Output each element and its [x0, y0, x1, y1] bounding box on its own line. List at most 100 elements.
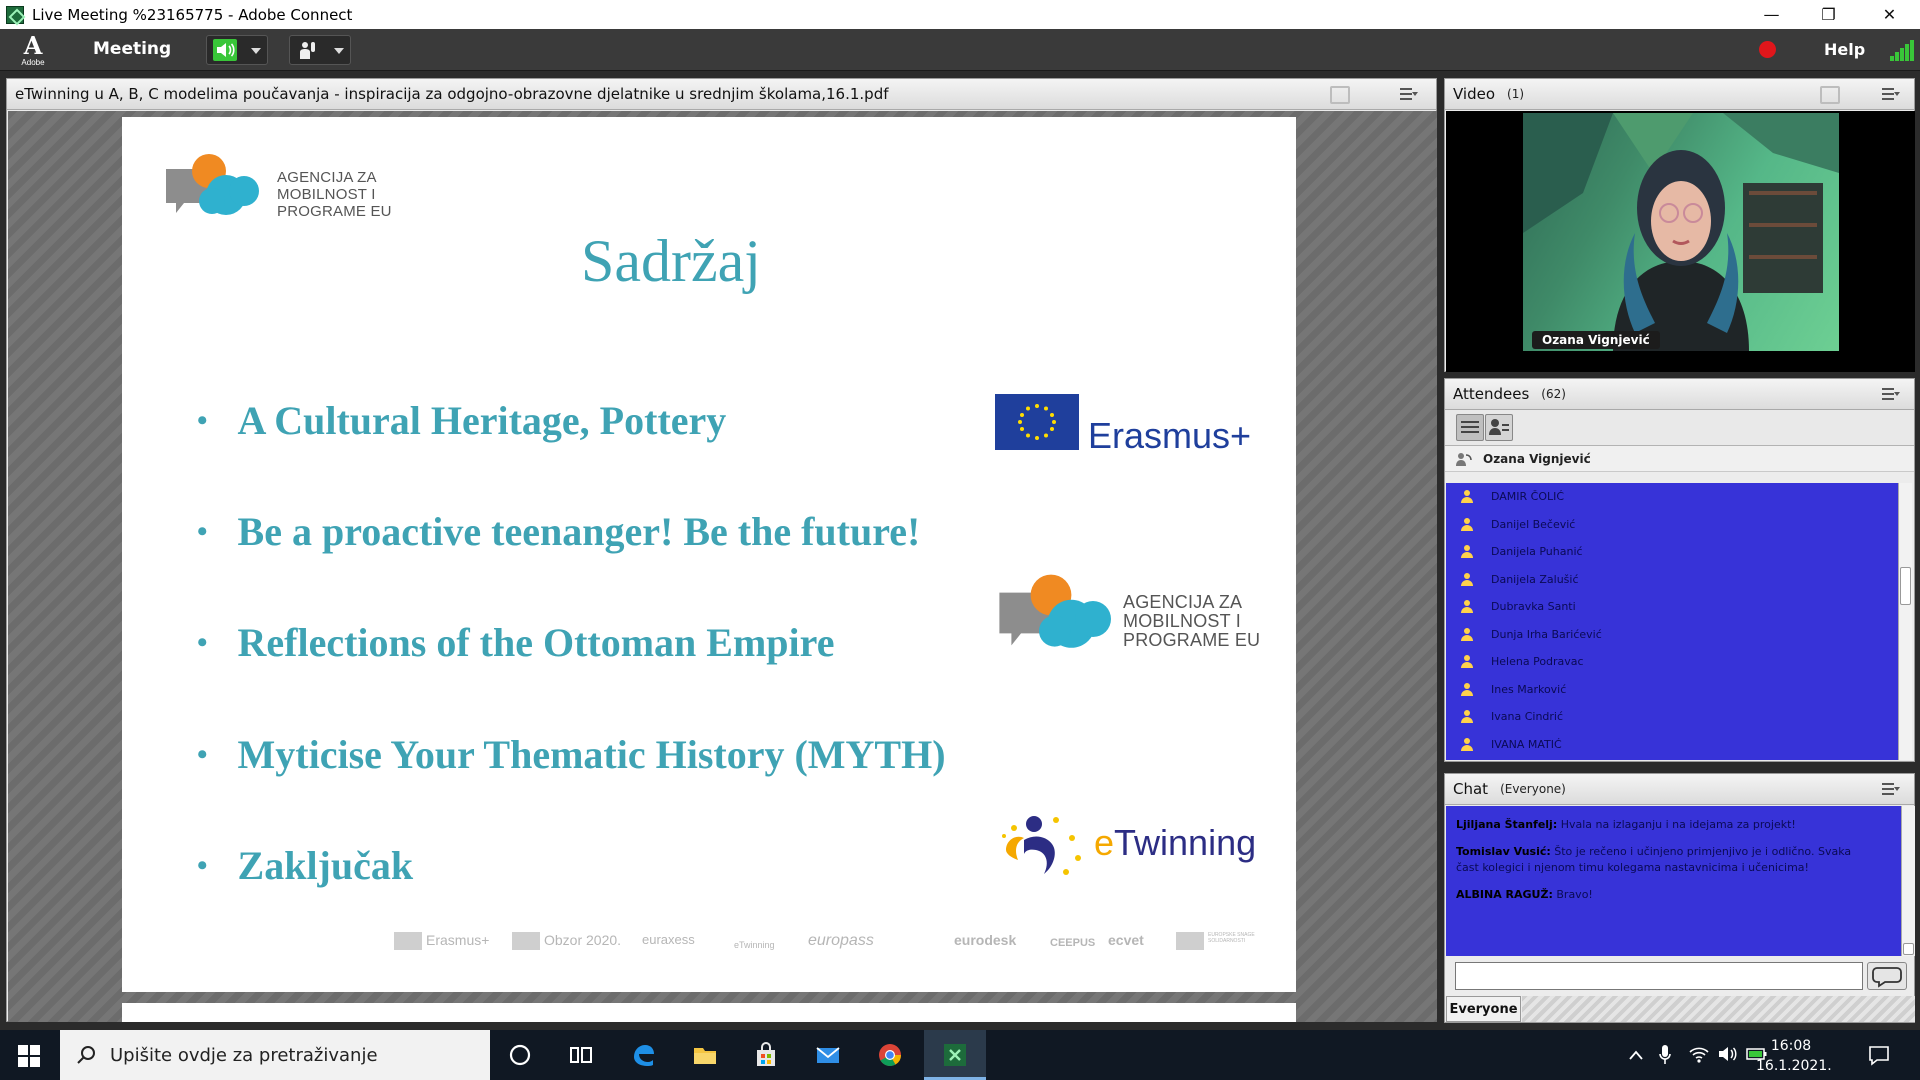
help-menu[interactable]: Help [1824, 40, 1865, 59]
agency-name-top: AGENCIJA ZA MOBILNOST I PROGRAME EU [277, 169, 392, 220]
connection-signal-icon [1890, 39, 1914, 61]
volume-icon[interactable] [1717, 1044, 1739, 1064]
microphone-icon[interactable] [1658, 1044, 1672, 1066]
notifications-icon[interactable] [1868, 1044, 1890, 1066]
host-name: Ozana Vignjević [1483, 451, 1591, 466]
edge-browser-icon[interactable] [630, 1042, 656, 1068]
footer-erasmus-logo: Erasmus+ [394, 932, 490, 951]
wifi-icon[interactable] [1688, 1044, 1710, 1064]
video-title: Video [1453, 85, 1496, 103]
windows-start-icon[interactable] [18, 1045, 40, 1067]
mail-icon[interactable] [815, 1042, 841, 1068]
participant-icon [1461, 517, 1473, 532]
adobe-connect-taskbar-button[interactable] [924, 1030, 986, 1080]
attendee-row[interactable]: Ivana Cindrić [1446, 703, 1902, 731]
slide-bullet: Zaključak [197, 842, 414, 889]
chat-scrollbar[interactable] [1901, 806, 1915, 956]
agency-name-middle: AGENCIJA ZA MOBILNOST I PROGRAME EU [1123, 593, 1260, 650]
footer-ecvet-logo: ecvet [1108, 932, 1144, 948]
chat-message: Ljiljana Štanfelj: Hvala na izlaganju i … [1446, 817, 1915, 833]
close-button[interactable]: ✕ [1862, 0, 1917, 29]
fullscreen-icon[interactable] [1820, 86, 1840, 104]
minimize-button[interactable]: — [1744, 0, 1799, 29]
task-view-icon[interactable] [568, 1042, 594, 1068]
participant-phone-icon [1461, 572, 1473, 587]
agency-logo-icon [999, 574, 1111, 648]
share-filename: eTwinning u A, B, C modelima poučavanja … [15, 85, 889, 103]
chat-scroll-thumb[interactable] [1903, 943, 1914, 955]
attendee-row[interactable]: Danijela Zalušić [1446, 566, 1902, 594]
search-placeholder: Upišite ovdje za pretraživanje [110, 1044, 378, 1066]
pod-menu-icon[interactable] [1882, 783, 1900, 795]
chat-input[interactable] [1455, 962, 1863, 990]
agency-line: PROGRAME EU [277, 203, 392, 220]
recording-indicator-icon[interactable] [1759, 41, 1776, 58]
attendee-row[interactable]: DAMIR ČOLIĆ [1446, 483, 1902, 511]
footer-logo-text: EUROPSKE SNAGE SOLIDARNOSTI [1208, 932, 1255, 944]
attendee-name: Ines Marković [1491, 682, 1567, 696]
attendee-row[interactable]: Dunja Irha Barićević [1446, 621, 1902, 649]
participant-icon [1461, 710, 1473, 724]
attendee-list: DAMIR ČOLIĆ Danijel Bečević Danijela Puh… [1446, 483, 1902, 760]
participant-icon [1461, 490, 1473, 504]
list-view-icon[interactable] [1456, 414, 1484, 441]
attendee-name: Danijela Puhanić [1491, 545, 1583, 559]
meeting-menu[interactable]: Meeting [93, 39, 171, 59]
slide-page: AGENCIJA ZA MOBILNOST I PROGRAME EU Sadr… [122, 117, 1296, 992]
host-row[interactable]: Ozana Vignjević [1445, 446, 1914, 472]
agency-line: PROGRAME EU [1123, 630, 1261, 650]
footer-solidarity-logo: EUROPSKE SNAGE SOLIDARNOSTI [1176, 932, 1258, 950]
footer-ceepus-logo: CEEPUS [1050, 937, 1096, 949]
attendee-scrollbar[interactable] [1898, 483, 1912, 760]
etwinning-logo-icon [1002, 816, 1081, 875]
pod-menu-icon[interactable] [1882, 88, 1900, 100]
agency-logo-icon [166, 154, 259, 215]
chat-message: ALBINA RAGUŽ: Bravo! [1446, 887, 1915, 903]
participant-icon [1461, 682, 1473, 697]
restore-button[interactable]: ❐ [1801, 0, 1856, 29]
attendee-row[interactable]: Ines Marković [1446, 676, 1902, 704]
chat-send-button[interactable] [1867, 962, 1907, 990]
taskbar-clock[interactable]: 16:08 16.1.2021. [1756, 1036, 1832, 1076]
attendee-row[interactable]: IVANA MATIĆ [1446, 731, 1902, 759]
agency-line: AGENCIJA ZA [1123, 592, 1243, 612]
raise-hand-button[interactable] [289, 35, 351, 65]
attendee-scroll-thumb[interactable] [1900, 567, 1911, 605]
tray-expand-icon[interactable] [1628, 1048, 1644, 1062]
attendee-row[interactable]: Dubravka Santi [1446, 593, 1902, 621]
attendee-name: IVANA MATIĆ [1491, 737, 1562, 751]
file-explorer-icon[interactable] [692, 1042, 718, 1068]
taskbar-search-box[interactable]: Upišite ovdje za pretraživanje [60, 1030, 490, 1080]
speaker-dropdown-icon[interactable] [251, 48, 261, 54]
host-phone-icon [1456, 453, 1472, 466]
status-dropdown-icon[interactable] [334, 48, 344, 54]
attendees-title: Attendees [1453, 385, 1530, 403]
chat-title: Chat [1453, 780, 1489, 798]
speaker-button[interactable] [206, 35, 268, 65]
slide-bullet: Be a proactive teenanger! Be the future! [197, 508, 921, 555]
footer-logo-text: Erasmus+ [426, 932, 490, 948]
store-icon[interactable] [753, 1042, 779, 1068]
eu-flag-icon [995, 394, 1079, 450]
webcam-feed[interactable]: Ozana Vignjević [1523, 113, 1839, 351]
attendee-row[interactable]: Danijel Bečević [1446, 511, 1902, 539]
slide-title: Sadržaj [581, 228, 761, 294]
attendees-pod-header: Attendees (62) [1445, 379, 1914, 410]
role-view-icon[interactable] [1485, 414, 1513, 441]
attendee-row[interactable]: Danijela Puhanić [1446, 538, 1902, 566]
chat-author: Tomislav Vusić: [1456, 845, 1551, 858]
fullscreen-icon[interactable] [1330, 86, 1350, 104]
search-icon [77, 1046, 95, 1064]
chat-audience-tab[interactable]: Everyone [1446, 996, 1521, 1022]
cortana-icon[interactable] [507, 1042, 533, 1068]
attendees-view-bar [1445, 410, 1914, 446]
chrome-icon[interactable] [877, 1042, 903, 1068]
chat-author: ALBINA RAGUŽ: [1456, 888, 1553, 901]
attendee-row[interactable]: Helena Podravac [1446, 648, 1902, 676]
chat-author: Ljiljana Štanfelj: [1456, 818, 1558, 831]
etwinning-e: e [1094, 822, 1115, 863]
pod-menu-icon[interactable] [1400, 88, 1418, 100]
footer-logo-text: Obzor 2020. [544, 932, 622, 948]
pod-menu-icon[interactable] [1882, 388, 1900, 400]
slide-bullet: Myticise Your Thematic History (MYTH) [197, 731, 946, 778]
